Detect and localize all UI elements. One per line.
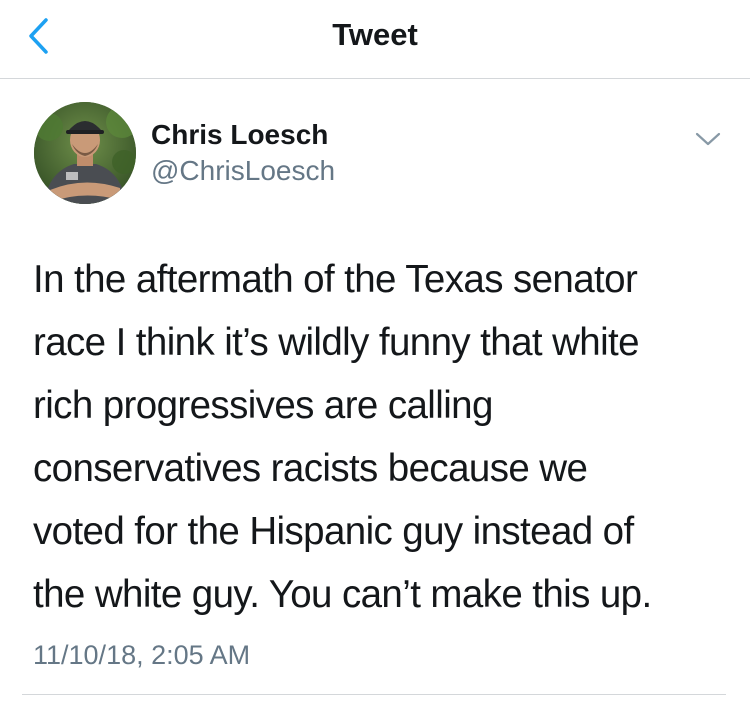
tweet-line: race I think it’s wildly funny that whit… (33, 321, 640, 364)
tweet-line: rich progressives are calling (33, 384, 493, 427)
navigation-header: Tweet (0, 0, 750, 79)
avatar[interactable] (34, 102, 136, 204)
tweet-line: In the aftermath of the Texas senator (33, 258, 638, 301)
chevron-down-icon (695, 132, 721, 146)
author-name[interactable]: Chris Loesch (151, 119, 328, 151)
tweet-text: In the aftermath of the Texas senator ra… (33, 248, 733, 626)
tweet-line: voted for the Hispanic guy instead of (33, 510, 634, 553)
profile-photo (34, 102, 136, 204)
tweet-options-button[interactable] (688, 124, 728, 154)
divider (22, 694, 726, 695)
author-handle[interactable]: @ChrisLoesch (151, 155, 335, 187)
tweet-timestamp: 11/10/18, 2:05 AM (33, 640, 251, 670)
tweet-line: conservatives racists because we (33, 447, 588, 490)
page-title: Tweet (332, 17, 418, 52)
tweet-line: the white guy. You can’t make this up. (33, 573, 652, 616)
